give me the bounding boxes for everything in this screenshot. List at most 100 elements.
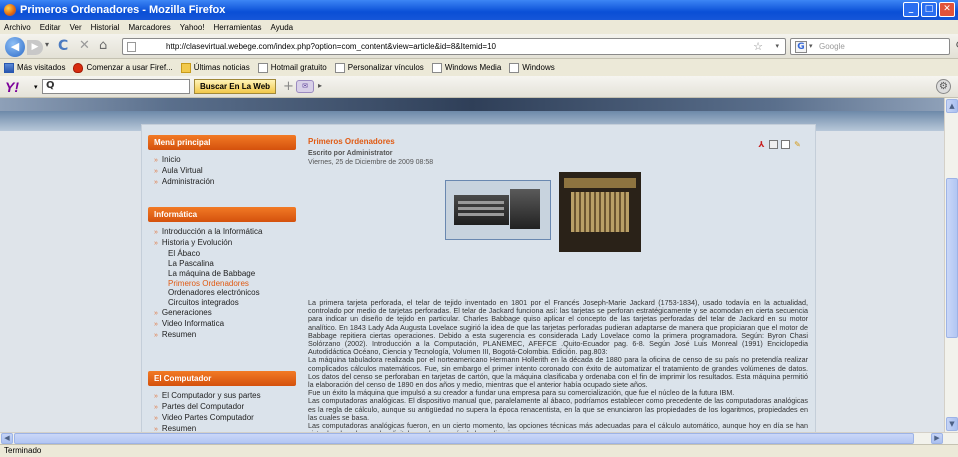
bookmark-star-icon[interactable]: ☆ bbox=[753, 40, 763, 53]
horizontal-scroll-thumb[interactable] bbox=[14, 433, 914, 444]
search-icon: Q bbox=[46, 80, 55, 91]
sidebar-item-aula-virtual[interactable]: » Aula Virtual bbox=[154, 166, 296, 177]
print-icon[interactable] bbox=[769, 140, 778, 149]
page-icon bbox=[334, 62, 345, 73]
status-text: Terminado bbox=[4, 446, 42, 455]
menu-principal-list: » Inicio » Aula Virtual » Administración bbox=[148, 150, 296, 188]
status-bar: Terminado bbox=[0, 444, 958, 457]
sidebar-item-resumen-computador[interactable]: » Resumen bbox=[154, 424, 296, 432]
sidebar-item-video-partes[interactable]: » Video Partes Computador bbox=[154, 413, 296, 424]
menu-ver[interactable]: Ver bbox=[70, 23, 82, 32]
add-icon[interactable]: + bbox=[283, 79, 294, 94]
sidebar-item-informatica[interactable]: La Pascalina bbox=[154, 259, 296, 269]
stop-icon[interactable]: ✕ bbox=[79, 38, 90, 53]
email-icon[interactable] bbox=[781, 140, 790, 149]
bookmark-ultimas-noticias[interactable]: Últimas noticias bbox=[180, 62, 250, 73]
bullet-icon: » bbox=[154, 178, 158, 186]
module-title: Menú principal bbox=[148, 135, 296, 150]
article-paragraph: Las computadoras analógicas. El disposit… bbox=[308, 396, 808, 422]
sidebar-item-informatica[interactable]: » Video Informatica bbox=[154, 319, 296, 330]
yahoo-search-input[interactable]: Q bbox=[42, 79, 190, 94]
menu-herramientas[interactable]: Herramientas bbox=[214, 23, 262, 32]
tabulating-machine-image bbox=[445, 180, 551, 240]
menu-yahoo[interactable]: Yahoo! bbox=[180, 23, 205, 32]
bookmark-windows[interactable]: Windows bbox=[509, 62, 555, 73]
maximize-button[interactable]: □ bbox=[921, 2, 937, 17]
minimize-button[interactable]: _ bbox=[903, 2, 919, 17]
bookmark-windows-media[interactable]: Windows Media bbox=[431, 62, 501, 73]
sidebar-item-informatica[interactable]: » Introducción a la Informática bbox=[154, 227, 296, 238]
url-bar[interactable]: http://clasevirtual.webege.com/index.php… bbox=[122, 38, 786, 55]
page-icon bbox=[431, 62, 442, 73]
search-bar[interactable]: G ▾ Google ⚲ bbox=[790, 38, 958, 55]
search-input[interactable]: Google bbox=[819, 42, 845, 51]
window-controls: _ □ ✕ bbox=[903, 2, 955, 17]
bullet-icon: » bbox=[154, 403, 158, 411]
informatica-list: » Introducción a la Informática» Historia … bbox=[148, 222, 296, 341]
page-viewport: Menú principal » Inicio » Aula Virtual » Ad… bbox=[0, 98, 944, 432]
bullet-icon: » bbox=[154, 229, 158, 236]
bullet-icon: » bbox=[154, 310, 158, 318]
informatica-module: Informática » Introducción a la Informáti… bbox=[148, 207, 296, 341]
pdf-icon[interactable]: ⅄ bbox=[757, 140, 766, 149]
close-button[interactable]: ✕ bbox=[939, 2, 955, 17]
edit-icon[interactable]: ✎ bbox=[793, 140, 802, 149]
page-icon bbox=[257, 62, 268, 73]
bookmark-personalizar[interactable]: Personalizar vínculos bbox=[334, 62, 424, 73]
article-paragraph: Las computadoras analógicas fueron, en u… bbox=[308, 421, 808, 432]
scroll-down-icon[interactable]: ▼ bbox=[946, 417, 958, 431]
article-title[interactable]: Primeros Ordenadores bbox=[308, 137, 808, 146]
back-button[interactable]: ◀ bbox=[5, 37, 25, 57]
url-text[interactable]: http://clasevirtual.webege.com/index.php… bbox=[166, 42, 496, 51]
home-icon[interactable]: ⌂ bbox=[99, 38, 107, 53]
more-arrow-icon[interactable]: ▸ bbox=[318, 81, 322, 90]
vertical-scroll-thumb[interactable] bbox=[946, 178, 958, 338]
history-dropdown-icon[interactable]: ▾ bbox=[45, 40, 49, 49]
sidebar-item-informatica[interactable]: Ordenadores electrónicos bbox=[154, 288, 296, 298]
forward-button[interactable]: ▶ bbox=[27, 40, 43, 55]
sidebar-item-computador-partes[interactable]: » El Computador y sus partes bbox=[154, 391, 296, 402]
computador-list: » El Computador y sus partes » Partes del … bbox=[148, 386, 296, 432]
scroll-up-icon[interactable]: ▲ bbox=[946, 99, 958, 113]
bookmark-hotmail[interactable]: Hotmail gratuito bbox=[257, 62, 327, 73]
yahoo-logo[interactable]: Y! bbox=[5, 79, 19, 95]
settings-icon[interactable]: ⚙ bbox=[936, 79, 951, 94]
url-dropdown-icon[interactable]: ▾ bbox=[775, 42, 779, 50]
search-engine-dropdown-icon[interactable]: ▾ bbox=[809, 42, 813, 50]
sidebar-item-informatica[interactable]: » Generaciones bbox=[154, 308, 296, 319]
menu-historial[interactable]: Historial bbox=[91, 23, 120, 32]
scroll-left-icon[interactable]: ◀ bbox=[1, 433, 13, 444]
module-title: El Computador bbox=[148, 371, 296, 386]
bookmark-comenzar-firefox[interactable]: Comenzar a usar Firef... bbox=[73, 62, 173, 73]
sidebar-item-administracion[interactable]: » Administración bbox=[154, 177, 296, 188]
mail-icon[interactable]: ✉ bbox=[296, 80, 314, 93]
sidebar-item-informatica[interactable]: » Historia y Evolución bbox=[154, 238, 296, 249]
menu-editar[interactable]: Editar bbox=[40, 23, 61, 32]
yahoo-search-button[interactable]: Buscar En La Web bbox=[194, 79, 276, 94]
scroll-right-icon[interactable]: ▶ bbox=[931, 433, 943, 444]
menu-ayuda[interactable]: Ayuda bbox=[271, 23, 294, 32]
sidebar-item-partes-computador[interactable]: » Partes del Computador bbox=[154, 402, 296, 413]
bullet-icon: » bbox=[154, 332, 158, 340]
google-icon[interactable]: G bbox=[795, 41, 807, 53]
menu-marcadores[interactable]: Marcadores bbox=[129, 23, 171, 32]
yahoo-toolbar: Y! ▾ Q Buscar En La Web + ✉ ▸ ⚙ bbox=[0, 76, 958, 98]
sidebar-item-informatica[interactable]: » Resumen bbox=[154, 330, 296, 341]
page-icon bbox=[509, 62, 520, 73]
sidebar-item-inicio[interactable]: » Inicio bbox=[154, 155, 296, 166]
menu-archivo[interactable]: Archivo bbox=[4, 23, 31, 32]
article-date: Viernes, 25 de Diciembre de 2009 08:58 bbox=[308, 159, 434, 166]
bookmarks-toolbar: Más visitados Comenzar a usar Firef... Ú… bbox=[0, 59, 958, 76]
vertical-scrollbar[interactable]: ▲ ▼ bbox=[944, 98, 958, 432]
reload-icon[interactable]: C bbox=[58, 38, 68, 54]
sidebar-item-informatica[interactable]: Primeros Ordenadores bbox=[154, 279, 296, 289]
article-content: Primeros Ordenadores Escrito por Adminis… bbox=[308, 137, 808, 432]
yahoo-dropdown-icon[interactable]: ▾ bbox=[34, 83, 38, 91]
sidebar-item-informatica[interactable]: El Ábaco bbox=[154, 249, 296, 259]
window-titlebar[interactable]: Primeros Ordenadores - Mozilla Firefox _… bbox=[0, 0, 958, 20]
bookmark-mas-visitados[interactable]: Más visitados bbox=[4, 62, 65, 73]
sidebar-item-informatica[interactable]: La máquina de Babbage bbox=[154, 269, 296, 279]
sidebar-item-informatica[interactable]: Circuitos integrados bbox=[154, 298, 296, 308]
bullet-icon: » bbox=[154, 167, 158, 175]
horizontal-scrollbar[interactable]: ◀ ▶ bbox=[0, 432, 958, 444]
